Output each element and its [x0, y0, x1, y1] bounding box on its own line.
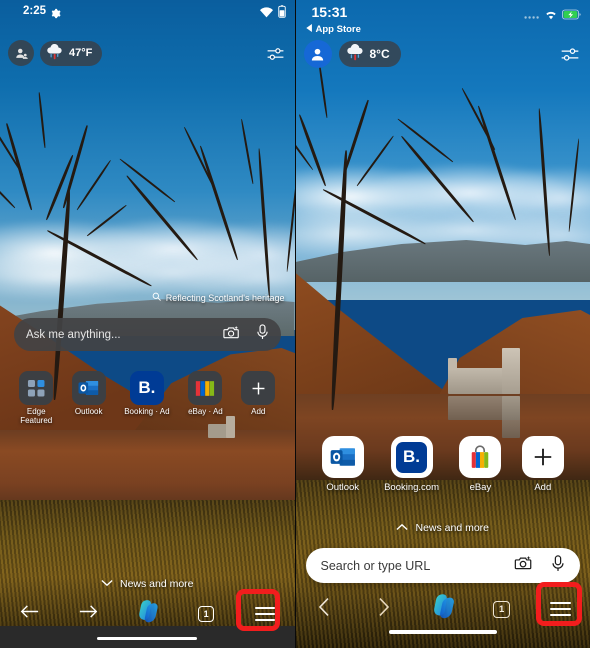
tile-label: Outlook	[74, 407, 103, 416]
tile-label: Booking · Ad	[124, 407, 170, 416]
tile-label: Booking.com	[384, 482, 439, 493]
copilot-icon	[428, 593, 458, 625]
ebay-bag-icon	[459, 436, 502, 478]
shortcut-tile[interactable]: Outlook	[321, 436, 364, 494]
forward-button[interactable]	[354, 597, 413, 622]
camera-sparkle-icon[interactable]	[514, 555, 533, 576]
app-store-label: App Store	[315, 24, 361, 35]
caption-text: Reflecting Scotland's heritage	[165, 292, 285, 303]
rain-cloud-icon	[345, 43, 365, 64]
back-button[interactable]	[0, 604, 59, 624]
tile-label: Edge Featured	[20, 407, 53, 425]
booking-icon: B.	[129, 371, 164, 405]
news-and-more-label: News and more	[415, 522, 490, 534]
shortcut-tile[interactable]: B. Booking.com	[384, 436, 439, 494]
status-icons	[259, 5, 286, 23]
status-time: 15:31	[311, 4, 348, 20]
ios-search-bar[interactable]: Search or type URL	[305, 548, 580, 583]
home-indicator	[388, 630, 497, 634]
news-and-more-toggle[interactable]: News and more	[296, 522, 590, 534]
android-shortcut-tiles: Edge Featured Outlook B. Booking · Ad eB…	[0, 371, 295, 426]
search-icon	[152, 292, 161, 303]
back-chevron-icon	[318, 597, 331, 622]
ios-top-chips: 8°C	[296, 40, 590, 68]
page-settings-sliders-icon[interactable]	[560, 46, 580, 63]
back-triangle-icon	[305, 24, 313, 35]
tab-switcher-button[interactable]: 1	[472, 600, 531, 618]
tile-label: eBay · Ad	[188, 407, 223, 416]
news-and-more-label: News and more	[119, 578, 194, 590]
add-shortcut-tile[interactable]: Add	[241, 371, 276, 426]
forward-chevron-icon	[377, 597, 390, 622]
shortcut-tile[interactable]: B. Booking · Ad	[124, 371, 170, 426]
back-arrow-icon	[20, 604, 39, 624]
shortcut-tile[interactable]: Outlook	[71, 371, 106, 426]
add-shortcut-tile[interactable]: Add	[521, 436, 564, 494]
search-placeholder: Search or type URL	[320, 558, 431, 573]
shortcut-tile[interactable]: Edge Featured	[19, 371, 54, 426]
outlook-icon	[71, 371, 106, 405]
gear-icon	[50, 6, 61, 24]
page-settings-sliders-icon[interactable]	[266, 46, 285, 62]
tile-label: eBay	[469, 482, 492, 493]
account-avatar-icon[interactable]	[303, 40, 332, 68]
booking-icon: B.	[390, 436, 433, 478]
wifi-icon	[259, 5, 273, 23]
forward-arrow-icon	[79, 604, 98, 624]
android-search-bar[interactable]: Ask me anything...	[14, 318, 281, 351]
weather-temperature: 47°F	[69, 47, 93, 59]
shortcut-tile[interactable]: eBay · Ad	[188, 371, 223, 426]
signal-dots-icon	[524, 7, 540, 25]
microphone-icon[interactable]	[551, 554, 565, 577]
edge-featured-grid-icon	[19, 371, 54, 405]
weather-temperature: 8°C	[369, 47, 390, 61]
forward-button[interactable]	[59, 604, 118, 624]
copilot-button[interactable]	[413, 593, 472, 625]
ios-phone-screenshot: 15:31 App Store 8°C Outlook B. Booking.c…	[294, 0, 590, 648]
shortcut-tile[interactable]: eBay	[459, 436, 502, 494]
battery-icon	[277, 5, 286, 23]
outlook-icon	[321, 436, 364, 478]
tab-count: 1	[493, 600, 511, 618]
search-placeholder: Ask me anything...	[26, 328, 121, 341]
tab-count: 1	[198, 606, 215, 622]
copilot-button[interactable]	[118, 599, 177, 629]
menu-highlight-box	[236, 589, 280, 631]
ios-status-bar: 15:31	[296, 0, 590, 26]
copilot-icon	[134, 599, 161, 629]
plus-icon	[241, 371, 276, 405]
plus-icon	[521, 436, 564, 478]
ios-shortcut-tiles: Outlook B. Booking.com eBay Add	[296, 436, 590, 494]
weather-pill[interactable]: 47°F	[40, 40, 103, 66]
battery-charging-icon	[562, 7, 581, 25]
status-icons	[524, 7, 581, 25]
tile-label: Outlook	[326, 482, 360, 493]
status-time: 2:25	[23, 5, 47, 17]
screenshot-comparison: 2:25 47°F Reflecting Scotland's heritage…	[0, 0, 590, 648]
menu-highlight-box	[535, 582, 582, 626]
wifi-icon	[544, 7, 558, 25]
tab-switcher-button[interactable]: 1	[177, 606, 236, 622]
camera-sparkle-icon[interactable]	[222, 325, 240, 345]
tile-label: Add	[251, 407, 266, 416]
weather-pill[interactable]: 8°C	[338, 41, 401, 67]
chevron-down-icon	[101, 578, 113, 590]
android-phone-screenshot: 2:25 47°F Reflecting Scotland's heritage…	[0, 0, 295, 648]
app-store-back-link[interactable]: App Store	[305, 24, 361, 35]
back-button[interactable]	[296, 597, 355, 622]
chevron-up-icon	[396, 522, 409, 534]
android-status-bar: 2:25	[0, 0, 295, 26]
android-top-chips: 47°F	[0, 40, 295, 66]
ebay-icon	[188, 371, 223, 405]
tile-label: Add	[534, 482, 552, 493]
account-avatar-icon[interactable]	[8, 40, 34, 66]
microphone-icon[interactable]	[256, 324, 269, 345]
home-indicator	[97, 636, 197, 640]
rain-cloud-icon	[45, 43, 64, 63]
wallpaper-caption[interactable]: Reflecting Scotland's heritage	[152, 292, 285, 303]
